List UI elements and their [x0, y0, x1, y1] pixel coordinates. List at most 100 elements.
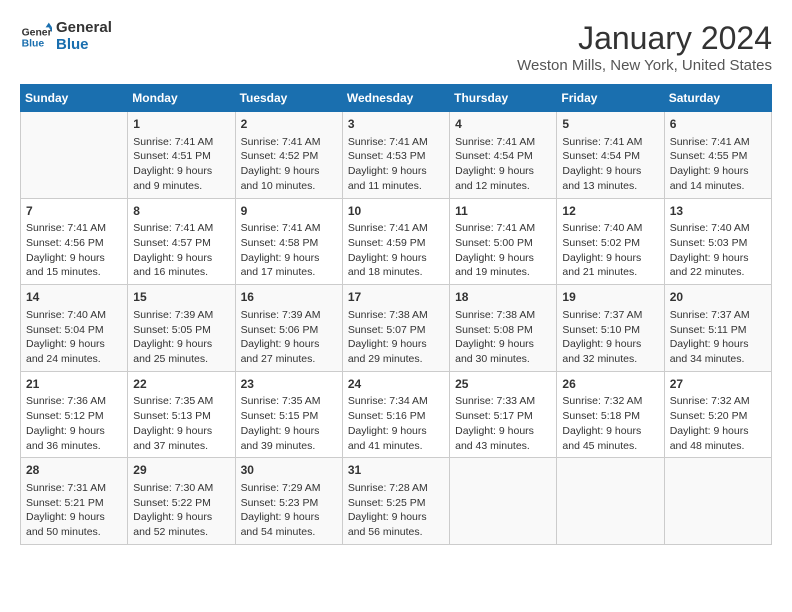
calendar-cell: 31Sunrise: 7:28 AMSunset: 5:25 PMDayligh… — [342, 458, 449, 545]
day-number: 23 — [241, 376, 337, 393]
day-number: 11 — [455, 203, 551, 220]
day-number: 29 — [133, 462, 229, 479]
calendar-cell: 4Sunrise: 7:41 AMSunset: 4:54 PMDaylight… — [450, 112, 557, 199]
col-header-saturday: Saturday — [664, 85, 771, 112]
day-info: Sunrise: 7:41 AMSunset: 4:54 PMDaylight:… — [562, 135, 658, 194]
day-info: Sunrise: 7:40 AMSunset: 5:04 PMDaylight:… — [26, 308, 122, 367]
calendar-cell: 27Sunrise: 7:32 AMSunset: 5:20 PMDayligh… — [664, 371, 771, 458]
calendar-cell: 14 Sunrise: 7:40 AMSunset: 5:04 PMDayligh… — [21, 285, 128, 372]
day-info: Sunrise: 7:41 AMSunset: 4:51 PMDaylight:… — [133, 135, 229, 194]
day-info: Sunrise: 7:41 AMSunset: 4:55 PMDaylight:… — [670, 135, 766, 194]
day-number: 5 — [562, 116, 658, 133]
day-number: 9 — [241, 203, 337, 220]
day-number: 15 — [133, 289, 229, 306]
day-info: Sunrise: 7:41 AMSunset: 4:52 PMDaylight:… — [241, 135, 337, 194]
day-info: Sunrise: 7:29 AMSunset: 5:23 PMDaylight:… — [241, 481, 337, 540]
day-info: Sunrise: 7:39 AMSunset: 5:05 PMDaylight:… — [133, 308, 229, 367]
day-number: 3 — [348, 116, 444, 133]
day-info: Sunrise: 7:41 AMSunset: 4:54 PMDaylight:… — [455, 135, 551, 194]
calendar-cell: 15 Sunrise: 7:39 AMSunset: 5:05 PMDayligh… — [128, 285, 235, 372]
day-info: Sunrise: 7:41 AMSunset: 4:59 PMDaylight:… — [348, 221, 444, 280]
calendar-title: January 2024 — [517, 20, 772, 57]
day-number: 13 — [670, 203, 766, 220]
day-number: 22 — [133, 376, 229, 393]
day-info: Sunrise: 7:30 AMSunset: 5:22 PMDaylight:… — [133, 481, 229, 540]
day-info: Sunrise: 7:41 AMSunset: 4:58 PMDaylight:… — [241, 221, 337, 280]
col-header-friday: Friday — [557, 85, 664, 112]
col-header-wednesday: Wednesday — [342, 85, 449, 112]
calendar-cell: 30 Sunrise: 7:29 AMSunset: 5:23 PMDayligh… — [235, 458, 342, 545]
logo: General Blue General Blue — [20, 20, 112, 53]
day-number: 17 — [348, 289, 444, 306]
calendar-cell: 24Sunrise: 7:34 AMSunset: 5:16 PMDayligh… — [342, 371, 449, 458]
week-row-3: 14 Sunrise: 7:40 AMSunset: 5:04 PMDayligh… — [21, 285, 772, 372]
calendar-cell: 26Sunrise: 7:32 AMSunset: 5:18 PMDayligh… — [557, 371, 664, 458]
day-info: Sunrise: 7:32 AMSunset: 5:20 PMDaylight:… — [670, 394, 766, 453]
calendar-cell: 11Sunrise: 7:41 AMSunset: 5:00 PMDayligh… — [450, 198, 557, 285]
week-row-2: 7Sunrise: 7:41 AMSunset: 4:56 PMDaylight… — [21, 198, 772, 285]
calendar-cell: 2 Sunrise: 7:41 AMSunset: 4:52 PMDaylight… — [235, 112, 342, 199]
calendar-cell: 18 Sunrise: 7:38 AMSunset: 5:08 PMDayligh… — [450, 285, 557, 372]
col-header-thursday: Thursday — [450, 85, 557, 112]
day-info: Sunrise: 7:41 AMSunset: 4:56 PMDaylight:… — [26, 221, 122, 280]
day-number: 7 — [26, 203, 122, 220]
day-info: Sunrise: 7:41 AMSunset: 4:53 PMDaylight:… — [348, 135, 444, 194]
calendar-cell: 10Sunrise: 7:41 AMSunset: 4:59 PMDayligh… — [342, 198, 449, 285]
page-header: General Blue General Blue January 2024 W… — [20, 20, 772, 74]
calendar-cell: 17 Sunrise: 7:38 AMSunset: 5:07 PMDayligh… — [342, 285, 449, 372]
calendar-cell: 16Sunrise: 7:39 AMSunset: 5:06 PMDayligh… — [235, 285, 342, 372]
day-info: Sunrise: 7:32 AMSunset: 5:18 PMDaylight:… — [562, 394, 658, 453]
day-info: Sunrise: 7:37 AMSunset: 5:10 PMDaylight:… — [562, 308, 658, 367]
calendar-cell: 29 Sunrise: 7:30 AMSunset: 5:22 PMDayligh… — [128, 458, 235, 545]
day-info: Sunrise: 7:34 AMSunset: 5:16 PMDaylight:… — [348, 394, 444, 453]
calendar-cell: 12Sunrise: 7:40 AMSunset: 5:02 PMDayligh… — [557, 198, 664, 285]
day-info: Sunrise: 7:40 AMSunset: 5:02 PMDaylight:… — [562, 221, 658, 280]
calendar-cell: 8Sunrise: 7:41 AMSunset: 4:57 PMDaylight… — [128, 198, 235, 285]
day-number: 20 — [670, 289, 766, 306]
day-number: 28 — [26, 462, 122, 479]
day-info: Sunrise: 7:39 AMSunset: 5:06 PMDaylight:… — [241, 308, 337, 367]
day-info: Sunrise: 7:38 AMSunset: 5:08 PMDaylight:… — [455, 308, 551, 367]
calendar-cell: 25Sunrise: 7:33 AMSunset: 5:17 PMDayligh… — [450, 371, 557, 458]
day-number: 27 — [670, 376, 766, 393]
calendar-cell: 5 Sunrise: 7:41 AMSunset: 4:54 PMDaylight… — [557, 112, 664, 199]
calendar-cell: 28 Sunrise: 7:31 AMSunset: 5:21 PMDayligh… — [21, 458, 128, 545]
day-info: Sunrise: 7:41 AMSunset: 5:00 PMDaylight:… — [455, 221, 551, 280]
calendar-subtitle: Weston Mills, New York, United States — [517, 57, 772, 74]
day-info: Sunrise: 7:35 AMSunset: 5:15 PMDaylight:… — [241, 394, 337, 453]
title-block: January 2024 Weston Mills, New York, Uni… — [517, 20, 772, 74]
day-number: 8 — [133, 203, 229, 220]
calendar-cell — [557, 458, 664, 545]
day-number: 18 — [455, 289, 551, 306]
day-number: 2 — [241, 116, 337, 133]
calendar-cell: 21Sunrise: 7:36 AMSunset: 5:12 PMDayligh… — [21, 371, 128, 458]
calendar-cell — [21, 112, 128, 199]
day-number: 26 — [562, 376, 658, 393]
calendar-cell: 1 Sunrise: 7:41 AMSunset: 4:51 PMDaylight… — [128, 112, 235, 199]
day-number: 24 — [348, 376, 444, 393]
calendar-cell: 3 Sunrise: 7:41 AMSunset: 4:53 PMDaylight… — [342, 112, 449, 199]
day-number: 1 — [133, 116, 229, 133]
day-info: Sunrise: 7:31 AMSunset: 5:21 PMDaylight:… — [26, 481, 122, 540]
calendar-cell: 6 Sunrise: 7:41 AMSunset: 4:55 PMDaylight… — [664, 112, 771, 199]
day-info: Sunrise: 7:41 AMSunset: 4:57 PMDaylight:… — [133, 221, 229, 280]
day-number: 30 — [241, 462, 337, 479]
calendar-cell — [664, 458, 771, 545]
svg-text:General: General — [22, 27, 52, 38]
day-number: 6 — [670, 116, 766, 133]
svg-text:Blue: Blue — [22, 38, 45, 49]
week-row-4: 21Sunrise: 7:36 AMSunset: 5:12 PMDayligh… — [21, 371, 772, 458]
calendar-cell: 23Sunrise: 7:35 AMSunset: 5:15 PMDayligh… — [235, 371, 342, 458]
column-header-row: SundayMondayTuesdayWednesdayThursdayFrid… — [21, 85, 772, 112]
logo-icon: General Blue — [20, 21, 52, 53]
day-info: Sunrise: 7:35 AMSunset: 5:13 PMDaylight:… — [133, 394, 229, 453]
week-row-5: 28 Sunrise: 7:31 AMSunset: 5:21 PMDayligh… — [21, 458, 772, 545]
day-info: Sunrise: 7:38 AMSunset: 5:07 PMDaylight:… — [348, 308, 444, 367]
day-info: Sunrise: 7:36 AMSunset: 5:12 PMDaylight:… — [26, 394, 122, 453]
day-number: 10 — [348, 203, 444, 220]
day-number: 12 — [562, 203, 658, 220]
logo-text: General Blue — [56, 20, 112, 53]
col-header-sunday: Sunday — [21, 85, 128, 112]
day-number: 14 — [26, 289, 122, 306]
day-number: 31 — [348, 462, 444, 479]
